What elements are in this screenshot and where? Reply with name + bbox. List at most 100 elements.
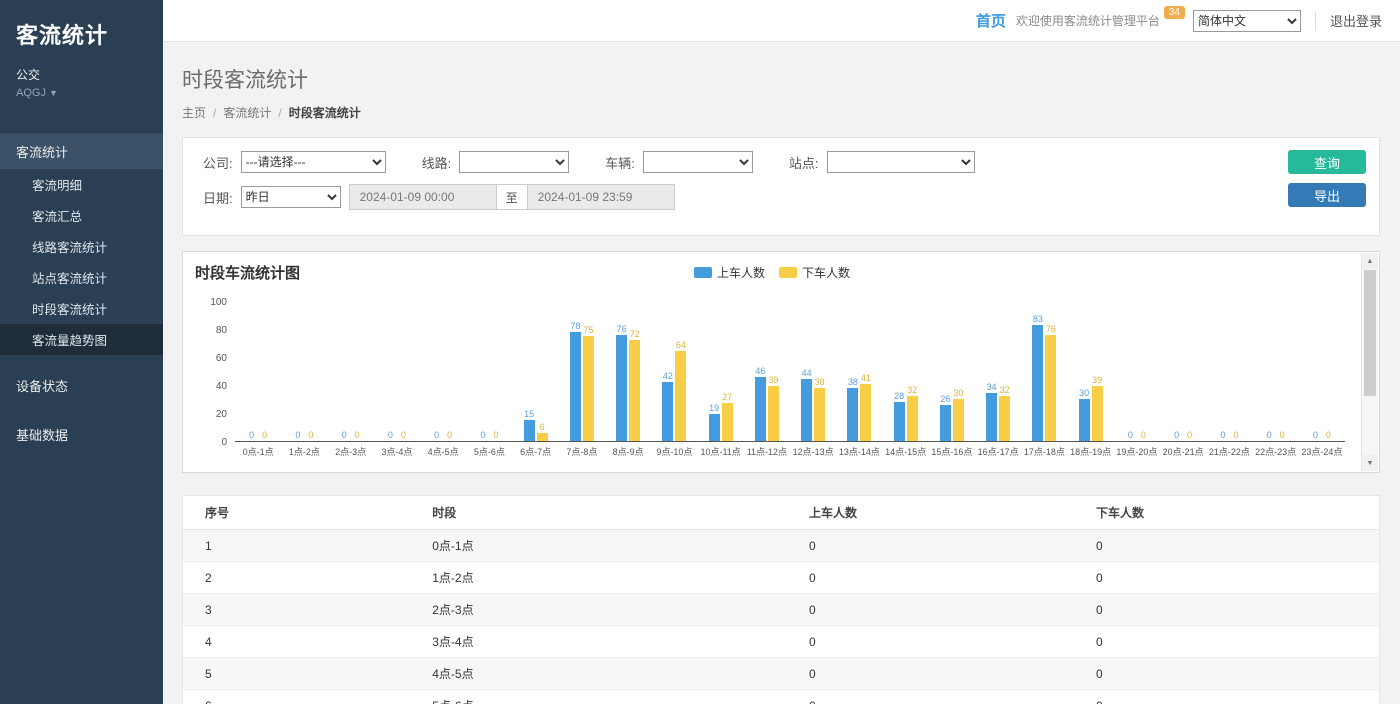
table-cell: 2 [183,562,410,594]
org-selector[interactable]: AQGJ▼ [16,87,147,99]
bar[interactable] [940,405,951,441]
chart-scrollbar[interactable]: ▲ ▼ [1361,253,1378,471]
filter-row-2: 日期: 昨日 至 [203,184,1359,210]
bar[interactable] [1045,335,1056,441]
sidebar-item[interactable]: 客流统计 [0,133,163,169]
bar[interactable] [709,414,720,441]
sidebar-item[interactable]: 站点客流统计 [0,262,163,293]
bar[interactable] [616,335,627,441]
bar-wrap: 72 [629,329,640,441]
bar[interactable] [570,332,581,441]
bar[interactable] [894,402,905,441]
main-area: 首页 欢迎使用客流统计管理平台 34 简体中文 退出登录 时段客流统计 主页/客… [163,0,1400,704]
bar-wrap: 32 [907,385,918,441]
filter-panel: 公司: ---请选择--- 线路: 车辆: 站点: [182,137,1380,236]
bar[interactable] [524,420,535,441]
station-select[interactable] [827,151,975,173]
table-cell: 0 [1074,658,1379,690]
line-label: 线路: [422,153,452,172]
bar-group: 00 [1160,430,1206,441]
logout-link[interactable]: 退出登录 [1315,11,1382,30]
bar[interactable] [986,393,997,441]
table-cell: 5点-6点 [410,690,787,704]
bar[interactable] [722,403,733,441]
bar[interactable] [999,396,1010,441]
bar-group: 3432 [975,382,1021,441]
breadcrumb-item[interactable]: 客流统计 [223,106,271,120]
breadcrumb-item[interactable]: 主页 [182,106,206,120]
scrollbar-up-icon[interactable]: ▲ [1362,253,1378,269]
sidebar-item[interactable]: 时段客流统计 [0,293,163,324]
table-cell: 0 [787,626,1074,658]
station-label: 站点: [789,153,819,172]
x-axis-label: 11点-12点 [744,445,790,458]
bar-wrap: 39 [1092,375,1103,441]
bar-wrap: 6 [537,422,548,441]
bar-value-label: 38 [848,377,858,387]
bar[interactable] [537,433,548,441]
bar[interactable] [814,388,825,441]
bar[interactable] [860,384,871,441]
vehicle-select[interactable] [643,151,753,173]
sidebar-item[interactable]: 线路客流统计 [0,231,163,262]
bar-group: 00 [1114,430,1160,441]
bar-group: 156 [513,409,559,441]
bar-value-label: 27 [722,392,732,402]
x-axis-label: 4点-5点 [420,445,466,458]
sidebar-menu: 客流统计客流明细客流汇总线路客流统计站点客流统计时段客流统计客流量趋势图设备状态… [0,133,163,453]
bar-value-label: 78 [570,321,580,331]
bar[interactable] [675,351,686,441]
line-select[interactable] [459,151,569,173]
scrollbar-thumb[interactable] [1364,270,1376,396]
bar[interactable] [953,399,964,441]
company-select[interactable]: ---请选择--- [241,151,386,173]
language-select[interactable]: 简体中文 [1193,10,1301,32]
bar-value-label: 0 [295,430,300,440]
sidebar-item[interactable]: 客流明细 [0,169,163,200]
bar-value-label: 42 [663,371,673,381]
date-end-input[interactable] [527,184,675,210]
table-cell: 0 [787,690,1074,704]
app-root: 客流统计 公交 AQGJ▼ 客流统计客流明细客流汇总线路客流统计站点客流统计时段… [0,0,1400,704]
date-preset-select[interactable]: 昨日 [241,186,341,208]
legend-item[interactable]: 下车人数 [779,264,850,281]
date-start-input[interactable] [349,184,497,210]
query-button[interactable]: 查询 [1288,150,1366,174]
bar-value-label: 0 [308,430,313,440]
notification-badge[interactable]: 34 [1164,6,1185,19]
table-cell: 6 [183,690,410,704]
bar[interactable] [629,340,640,441]
bar-wrap: 34 [986,382,997,441]
bar[interactable] [1032,325,1043,441]
home-link[interactable]: 首页 [976,10,1006,31]
bar[interactable] [662,382,673,441]
bar-wrap: 0 [339,430,350,441]
bar[interactable] [1079,399,1090,441]
sidebar-item[interactable]: 客流汇总 [0,200,163,231]
bar-wrap: 0 [352,430,363,441]
bar-wrap: 30 [953,388,964,441]
bar[interactable] [907,396,918,441]
bar[interactable] [1092,386,1103,441]
bar[interactable] [583,336,594,441]
bar[interactable] [801,379,812,441]
bar-wrap: 76 [616,324,627,441]
sidebar-item[interactable]: 基础数据 [0,416,163,453]
bar-wrap: 38 [814,377,825,441]
sidebar-item[interactable]: 设备状态 [0,367,163,404]
table-cell: 0 [1074,562,1379,594]
bar[interactable] [768,386,779,441]
bar-value-label: 32 [1000,385,1010,395]
legend-item[interactable]: 上车人数 [694,264,765,281]
bar-wrap: 0 [1230,430,1241,441]
table-header-cell: 下车人数 [1074,496,1379,530]
bar-value-label: 46 [755,366,765,376]
sidebar-item[interactable]: 客流量趋势图 [0,324,163,355]
chart-title: 时段车流统计图 [195,265,300,282]
bar[interactable] [755,377,766,441]
export-button[interactable]: 导出 [1288,183,1366,207]
bar-value-label: 0 [262,430,267,440]
bar-group: 3841 [836,373,882,441]
bar[interactable] [847,388,858,441]
scrollbar-down-icon[interactable]: ▼ [1362,455,1378,471]
